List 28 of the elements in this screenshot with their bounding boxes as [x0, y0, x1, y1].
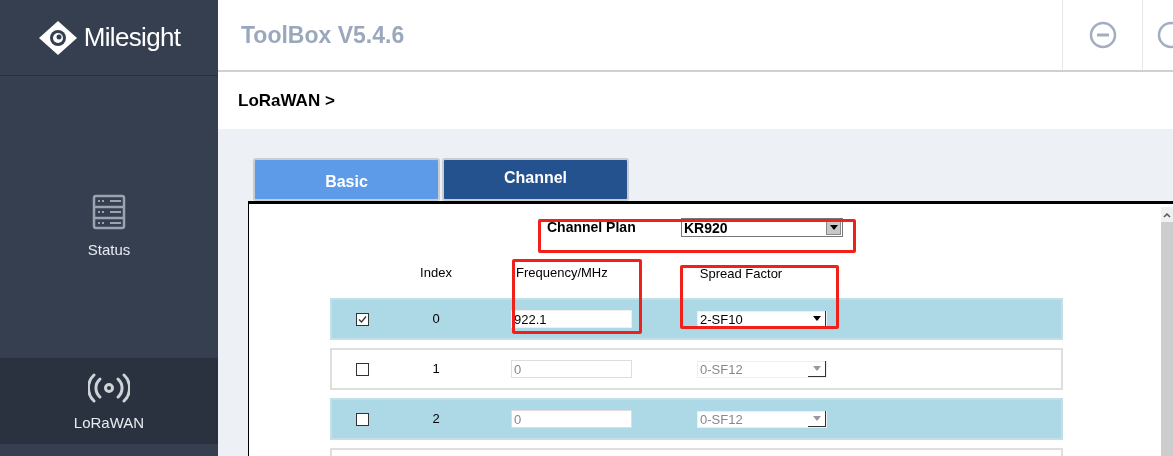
spread-factor-select[interactable]: 0-SF12: [697, 360, 827, 378]
frequency-field[interactable]: 922.1: [511, 310, 632, 328]
app-title: ToolBox V5.4.6: [241, 20, 405, 50]
breadcrumb: LoRaWAN >: [238, 89, 335, 112]
column-header: Spread Factor: [698, 264, 784, 283]
column-header: Index: [419, 263, 453, 282]
index-cell-text: 1: [431, 360, 441, 379]
logo-icon: [37, 19, 78, 56]
dropdown-arrow-icon: [812, 366, 821, 371]
tab[interactable]: Channel: [442, 158, 629, 201]
checkbox[interactable]: [355, 412, 369, 426]
index-cell-text: 2: [431, 410, 441, 429]
radio-signal-icon: [88, 372, 130, 403]
dropdown-arrow-icon: [829, 225, 838, 230]
frequency-field[interactable]: 0: [511, 410, 632, 428]
sidebar-item[interactable]: LoRaWAN: [0, 358, 218, 444]
dropdown-arrow-icon: [812, 316, 821, 321]
checkbox[interactable]: [355, 362, 369, 376]
frequency-field[interactable]: 0: [511, 360, 632, 378]
dropdown-arrow-icon: [812, 416, 821, 421]
channel-plan-label: Channel Plan: [547, 218, 637, 237]
column-header: Frequency/MHz: [516, 263, 609, 282]
checkbox[interactable]: [355, 312, 369, 326]
brand-name: Milesight: [83, 21, 181, 54]
scroll-up-icon[interactable]: [1163, 212, 1171, 218]
spread-factor-select[interactable]: 0-SF12: [697, 410, 827, 428]
index-cell-text: 0: [431, 310, 441, 329]
server-icon: [92, 193, 126, 230]
